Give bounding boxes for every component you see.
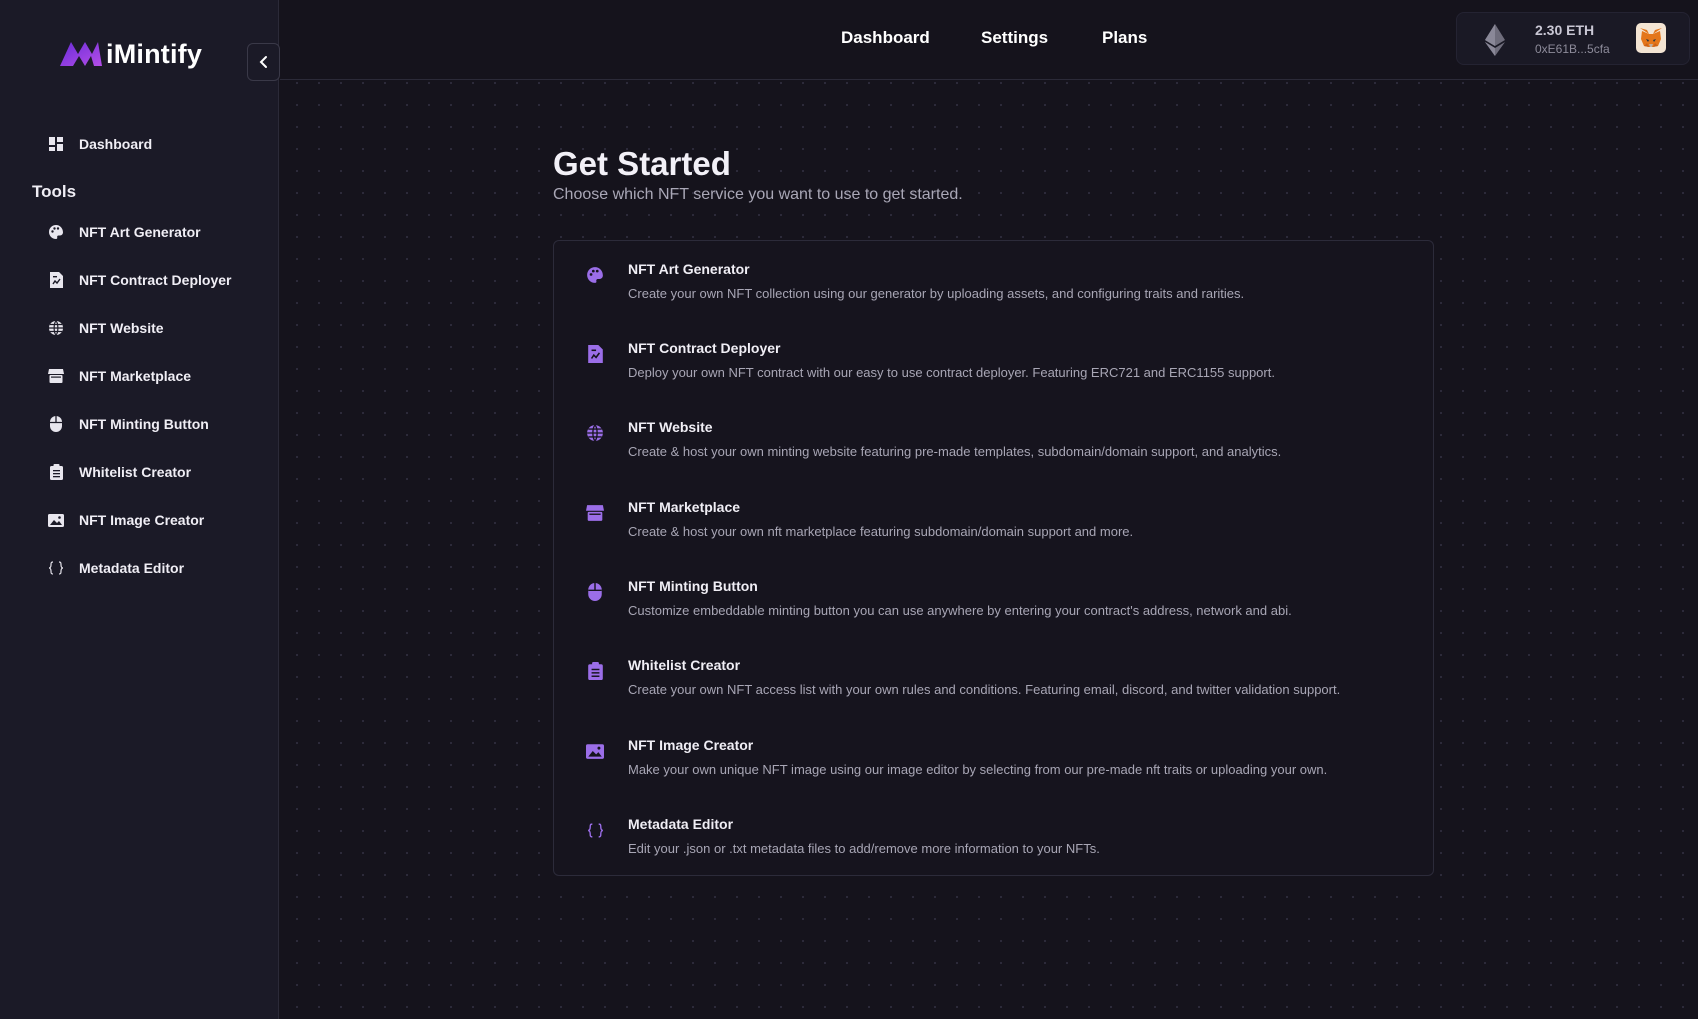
service-description: Create & host your own minting website f… [628, 444, 1282, 459]
service-item-whitelist-creator[interactable]: Whitelist Creator Create your own NFT ac… [554, 637, 1434, 709]
service-name: NFT Contract Deployer [628, 340, 781, 356]
sidebar-item-label: Metadata Editor [79, 560, 185, 576]
brand-name: iMintify [106, 38, 203, 69]
wallet-panel[interactable]: 2.30 ETH 0xE61B...5cfa [1456, 12, 1690, 65]
service-item-nft-contract-deployer[interactable]: NFT Contract Deployer Deploy your own NF… [554, 320, 1434, 392]
service-description: Create your own NFT collection using our… [628, 286, 1245, 301]
page-subtitle: Choose which NFT service you want to use… [553, 186, 963, 203]
page-title: Get Started [553, 145, 731, 182]
globe-icon [46, 318, 66, 338]
mouse-icon [585, 582, 605, 602]
sidebar: iMintify Dashboard Tools NFT Art Generat… [0, 0, 280, 1019]
metamask-avatar[interactable] [1636, 23, 1666, 53]
topnav-dashboard[interactable]: Dashboard [841, 28, 930, 48]
service-item-nft-art-generator[interactable]: NFT Art Generator Create your own NFT co… [554, 241, 1434, 313]
palette-icon [585, 265, 605, 285]
sidebar-item-nft-marketplace[interactable]: NFT Marketplace [46, 366, 191, 386]
collapse-sidebar-button[interactable] [247, 43, 280, 81]
sidebar-item-label: NFT Image Creator [79, 512, 205, 528]
sidebar-item-nft-minting-button[interactable]: NFT Minting Button [46, 414, 209, 434]
image-icon [46, 510, 66, 530]
sidebar-item-label: NFT Website [79, 320, 164, 336]
store-icon [46, 366, 66, 386]
service-item-nft-marketplace[interactable]: NFT Marketplace Create & host your own n… [554, 479, 1434, 551]
service-description: Create your own NFT access list with you… [628, 682, 1341, 697]
service-description: Create & host your own nft marketplace f… [628, 524, 1134, 539]
sidebar-item-nft-website[interactable]: NFT Website [46, 318, 164, 338]
service-item-metadata-editor[interactable]: Metadata Editor Edit your .json or .txt … [554, 796, 1434, 868]
service-name: NFT Art Generator [628, 261, 750, 277]
topnav-plans[interactable]: Plans [1102, 28, 1147, 48]
brand-logo[interactable]: iMintify [58, 38, 202, 70]
globe-icon [585, 423, 605, 443]
sidebar-item-label: Dashboard [79, 136, 153, 152]
wallet-address: 0xE61B...5cfa [1535, 42, 1610, 56]
service-description: Customize embeddable minting button you … [628, 603, 1292, 618]
palette-icon [46, 222, 66, 242]
wallet-balance: 2.30 ETH [1535, 22, 1595, 38]
sidebar-item-label: NFT Minting Button [79, 416, 209, 432]
sidebar-item-label: Whitelist Creator [79, 464, 192, 480]
service-name: NFT Minting Button [628, 578, 758, 594]
services-card: NFT Art Generator Create your own NFT co… [553, 240, 1434, 876]
sidebar-item-nft-image-creator[interactable]: NFT Image Creator [46, 510, 204, 530]
store-icon [585, 503, 605, 523]
sidebar-item-metadata-editor[interactable]: Metadata Editor [46, 558, 184, 578]
sidebar-item-label: NFT Marketplace [79, 368, 192, 384]
braces-icon [46, 558, 66, 578]
document-icon [46, 270, 66, 290]
service-name: NFT Marketplace [628, 499, 741, 515]
service-item-nft-minting-button[interactable]: NFT Minting Button Customize embeddable … [554, 558, 1434, 630]
sidebar-item-nft-contract-deployer[interactable]: NFT Contract Deployer [46, 270, 231, 290]
dashboard-icon [46, 134, 66, 154]
service-name: Whitelist Creator [628, 657, 741, 673]
fox-icon [1640, 28, 1662, 47]
braces-icon [585, 820, 605, 840]
chevron-left-icon [259, 56, 267, 68]
service-name: NFT Image Creator [628, 737, 754, 753]
sidebar-item-label: NFT Contract Deployer [79, 272, 232, 288]
image-icon [585, 741, 605, 761]
mouse-icon [46, 414, 66, 434]
service-description: Deploy your own NFT contract with our ea… [628, 365, 1275, 380]
sidebar-item-whitelist-creator[interactable]: Whitelist Creator [46, 462, 191, 482]
service-item-nft-image-creator[interactable]: NFT Image Creator Make your own unique N… [554, 717, 1434, 789]
sidebar-item-label: NFT Art Generator [79, 224, 201, 240]
sidebar-item-dashboard[interactable]: Dashboard [46, 134, 152, 154]
clipboard-icon [46, 462, 66, 482]
topnav-settings[interactable]: Settings [981, 28, 1048, 48]
clipboard-icon [585, 661, 605, 681]
service-description: Edit your .json or .txt metadata files t… [628, 841, 1100, 856]
logo-mark-icon [60, 42, 102, 66]
service-name: Metadata Editor [628, 816, 734, 832]
sidebar-item-nft-art-generator[interactable]: NFT Art Generator [46, 222, 201, 242]
service-item-nft-website[interactable]: NFT Website Create & host your own minti… [554, 399, 1434, 471]
service-description: Make your own unique NFT image using our… [628, 762, 1328, 777]
document-icon [585, 344, 605, 364]
ethereum-icon [1485, 24, 1505, 56]
service-name: NFT Website [628, 419, 713, 435]
tools-heading: Tools [32, 182, 77, 201]
